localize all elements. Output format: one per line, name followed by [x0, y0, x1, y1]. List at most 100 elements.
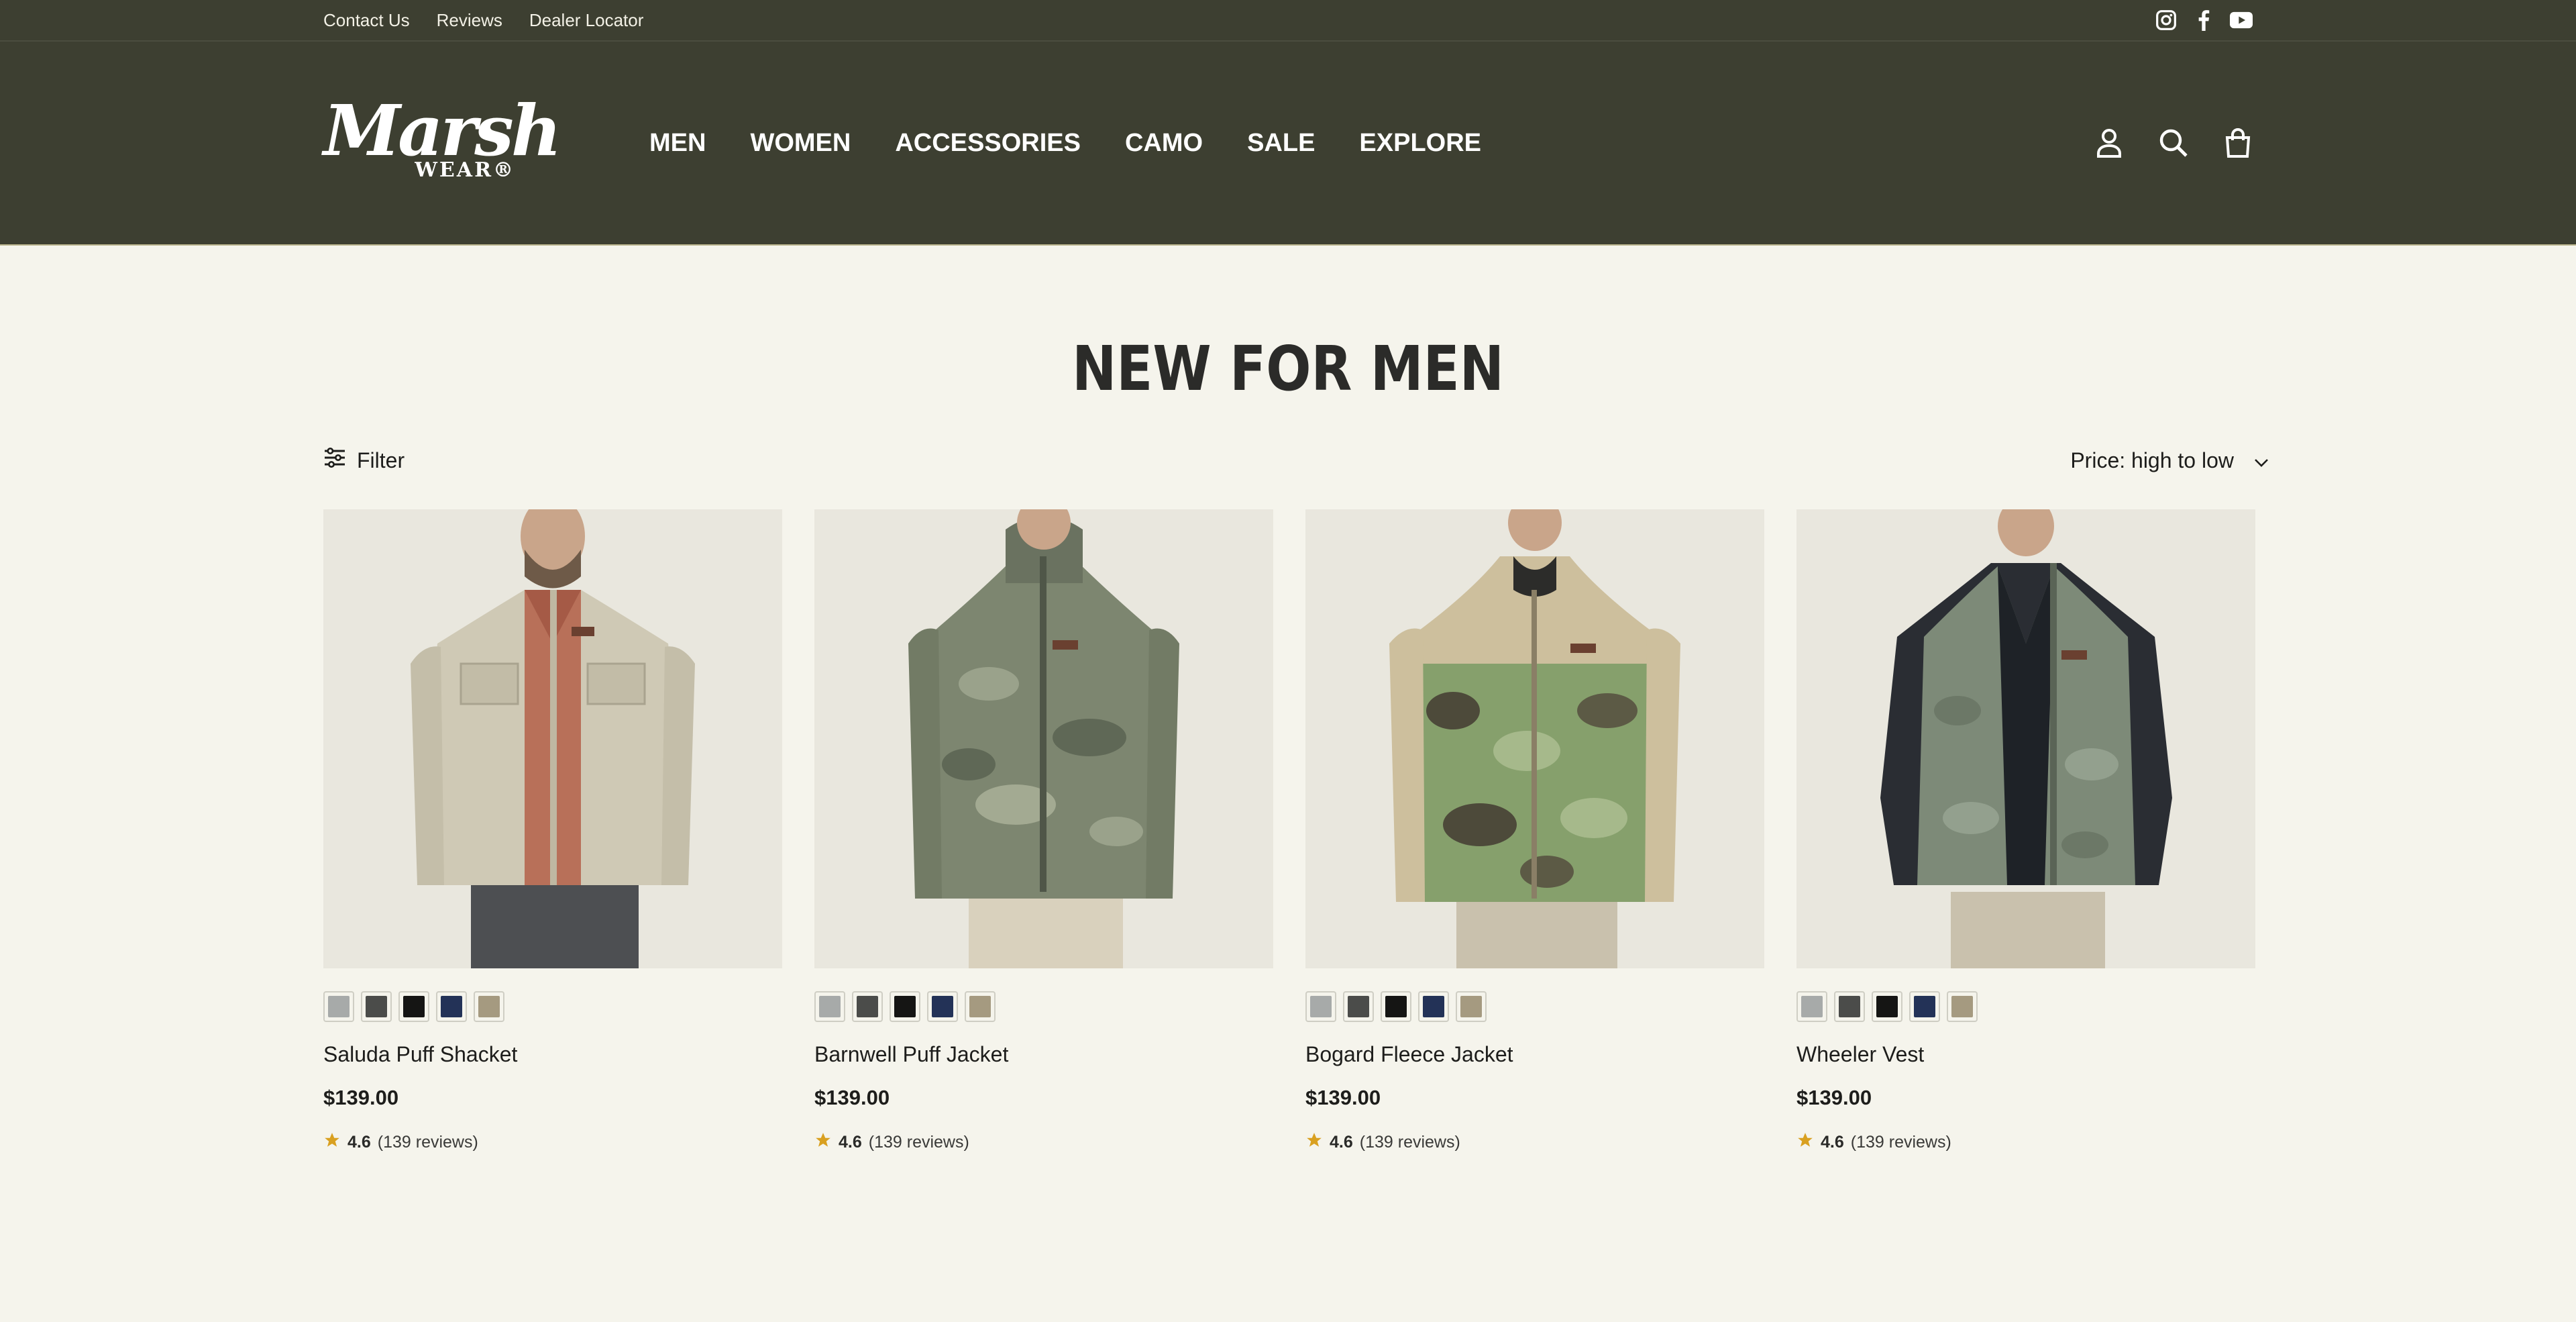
swatch-black-fill — [894, 996, 916, 1017]
product-name[interactable]: Bogard Fleece Jacket — [1305, 1042, 1764, 1067]
sort-label: Price: high to low — [2070, 448, 2234, 472]
swatch-black[interactable] — [1381, 991, 1411, 1022]
swatch-gray-fill — [1310, 996, 1332, 1017]
utility-bar: Contact Us Reviews Dealer Locator — [0, 0, 2576, 42]
swatch-gray[interactable] — [1305, 991, 1336, 1022]
product-name[interactable]: Wheeler Vest — [1796, 1042, 2255, 1067]
swatch-navy[interactable] — [927, 991, 958, 1022]
swatch-gray-fill — [1801, 996, 1823, 1017]
collection-toolbar: Filter Price: high to low — [0, 444, 2576, 477]
nav-men[interactable]: MEN — [649, 129, 706, 158]
product-price: $139.00 — [323, 1086, 399, 1109]
product-name[interactable]: Barnwell Puff Jacket — [814, 1042, 1273, 1067]
product-card[interactable]: Barnwell Puff Jacket $139.00 4.6 (139 re… — [814, 509, 1273, 1154]
star-icon — [323, 1131, 341, 1154]
nav-accessories[interactable]: ACCESSORIES — [895, 129, 1081, 158]
main-nav: MEN WOMEN ACCESSORIES CAMO SALE EXPLORE — [649, 129, 1481, 158]
swatch-charcoal-fill — [1839, 996, 1860, 1017]
swatch-gray-fill — [819, 996, 841, 1017]
swatch-khaki[interactable] — [965, 991, 996, 1022]
product-rating[interactable]: 4.6 (139 reviews) — [1796, 1131, 2255, 1154]
swatch-navy-fill — [1914, 996, 1935, 1017]
rating-score: 4.6 — [1330, 1133, 1353, 1152]
youtube-icon[interactable] — [2230, 9, 2253, 32]
chevron-down-icon — [2254, 448, 2269, 473]
search-icon[interactable] — [2159, 128, 2188, 158]
contact-us-link[interactable]: Contact Us — [323, 10, 410, 31]
swatch-khaki[interactable] — [1947, 991, 1978, 1022]
instagram-icon[interactable] — [2155, 9, 2178, 32]
logo-sub: WEAR® — [415, 158, 515, 182]
star-icon — [814, 1131, 832, 1154]
product-image[interactable] — [323, 509, 782, 968]
swatch-charcoal[interactable] — [1343, 991, 1374, 1022]
product-image[interactable] — [1305, 509, 1764, 968]
product-image[interactable] — [1796, 509, 2255, 968]
product-rating[interactable]: 4.6 (139 reviews) — [1305, 1131, 1764, 1154]
swatch-navy-fill — [441, 996, 462, 1017]
swatch-black[interactable] — [1872, 991, 1902, 1022]
star-icon — [1796, 1131, 1814, 1154]
product-grid: Saluda Puff Shacket $139.00 4.6 (139 rev… — [0, 509, 2576, 1154]
swatch-black[interactable] — [890, 991, 920, 1022]
page-title: NEW FOR MEN — [1072, 333, 1504, 405]
reviews-link[interactable]: Reviews — [437, 10, 502, 31]
nav-camo[interactable]: CAMO — [1125, 129, 1203, 158]
dealer-locator-link[interactable]: Dealer Locator — [529, 10, 644, 31]
rating-score: 4.6 — [1821, 1133, 1844, 1152]
logo-script: Marsh — [323, 89, 561, 172]
facebook-icon[interactable] — [2192, 9, 2215, 32]
star-icon — [1305, 1131, 1323, 1154]
product-price: $139.00 — [1305, 1086, 1381, 1109]
swatch-black-fill — [1876, 996, 1898, 1017]
product-card[interactable]: Wheeler Vest $139.00 4.6 (139 reviews) — [1796, 509, 2255, 1154]
swatch-charcoal[interactable] — [361, 991, 392, 1022]
rating-score: 4.6 — [347, 1133, 371, 1152]
cart-icon[interactable] — [2223, 128, 2253, 158]
product-image[interactable] — [814, 509, 1273, 968]
swatch-khaki-fill — [969, 996, 991, 1017]
color-swatches — [323, 991, 782, 1022]
swatch-black[interactable] — [398, 991, 429, 1022]
filter-button[interactable]: Filter — [323, 447, 405, 473]
header-icons — [2094, 128, 2253, 158]
swatch-gray[interactable] — [1796, 991, 1827, 1022]
product-card[interactable]: Bogard Fleece Jacket $139.00 4.6 (139 re… — [1305, 509, 1764, 1154]
swatch-khaki-fill — [478, 996, 500, 1017]
color-swatches — [1305, 991, 1764, 1022]
product-price: $139.00 — [1796, 1086, 1872, 1109]
swatch-navy[interactable] — [1909, 991, 1940, 1022]
swatch-black-fill — [403, 996, 425, 1017]
logo[interactable]: Marsh WEAR® — [323, 96, 561, 183]
nav-sale[interactable]: SALE — [1247, 129, 1315, 158]
product-card[interactable]: Saluda Puff Shacket $139.00 4.6 (139 rev… — [323, 509, 782, 1154]
main-header: Marsh WEAR® MEN WOMEN ACCESSORIES CAMO S… — [0, 42, 2576, 246]
product-rating[interactable]: 4.6 (139 reviews) — [323, 1131, 782, 1154]
color-swatches — [814, 991, 1273, 1022]
swatch-navy[interactable] — [1418, 991, 1449, 1022]
product-rating[interactable]: 4.6 (139 reviews) — [814, 1131, 1273, 1154]
swatch-charcoal-fill — [1348, 996, 1369, 1017]
rating-score: 4.6 — [839, 1133, 862, 1152]
utility-links: Contact Us Reviews Dealer Locator — [323, 10, 643, 31]
swatch-gray[interactable] — [814, 991, 845, 1022]
swatch-khaki[interactable] — [474, 991, 504, 1022]
review-count: (139 reviews) — [1359, 1133, 1460, 1152]
swatch-navy-fill — [932, 996, 953, 1017]
nav-explore[interactable]: EXPLORE — [1359, 129, 1481, 158]
swatch-navy[interactable] — [436, 991, 467, 1022]
nav-women[interactable]: WOMEN — [750, 129, 851, 158]
filter-label: Filter — [357, 448, 405, 472]
product-name[interactable]: Saluda Puff Shacket — [323, 1042, 782, 1067]
sort-select[interactable]: Price: high to low — [2070, 448, 2269, 473]
swatch-gray-fill — [328, 996, 350, 1017]
swatch-charcoal[interactable] — [852, 991, 883, 1022]
swatch-charcoal[interactable] — [1834, 991, 1865, 1022]
swatch-black-fill — [1385, 996, 1407, 1017]
swatch-khaki-fill — [1460, 996, 1482, 1017]
account-icon[interactable] — [2094, 128, 2124, 158]
color-swatches — [1796, 991, 2255, 1022]
swatch-gray[interactable] — [323, 991, 354, 1022]
swatch-khaki[interactable] — [1456, 991, 1487, 1022]
swatch-charcoal-fill — [366, 996, 387, 1017]
